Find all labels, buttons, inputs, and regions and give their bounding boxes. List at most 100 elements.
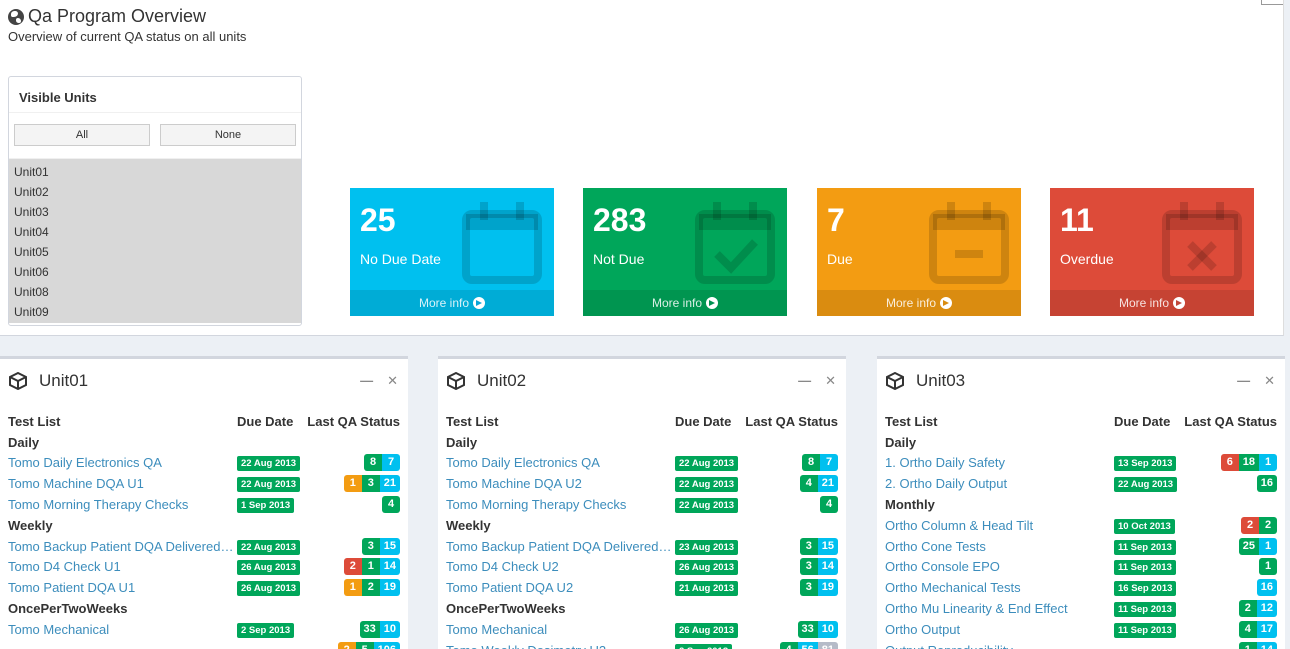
test-list-link[interactable]: Ortho Cone Tests	[885, 539, 1114, 554]
cube-icon	[447, 372, 465, 390]
status-badges[interactable]: 4 21	[799, 475, 838, 493]
group-label: Monthly	[885, 497, 935, 513]
group-header: OncePerTwoWeeks	[8, 598, 400, 619]
group-label: OncePerTwoWeeks	[446, 601, 566, 617]
units-select-list[interactable]: Unit01 Unit02 Unit03 Unit04 Unit05 Unit0…	[9, 159, 301, 323]
test-list-link[interactable]: Tomo D4 Check U2	[446, 559, 675, 574]
status-badges[interactable]: 87	[802, 454, 838, 472]
group-header: Daily	[446, 432, 838, 453]
status-badge: 2	[337, 641, 356, 649]
unit-option[interactable]: Unit03	[9, 202, 301, 222]
test-list-link[interactable]: 1. Ortho Daily Safety	[885, 455, 1114, 470]
status-badges[interactable]: 4	[820, 496, 838, 514]
status-badge: 14	[817, 558, 838, 576]
table-row: Ortho Mechanical Tests 16 Sep 2013 16	[885, 577, 1277, 598]
tile-more-info-link[interactable]: More info	[1050, 290, 1254, 316]
status-badges[interactable]: 6 18 1	[1220, 454, 1277, 472]
more-info-text: More info	[418, 296, 470, 310]
unit-option[interactable]: Unit08	[9, 282, 301, 302]
test-list-link[interactable]: Tomo Daily Electronics QA	[8, 455, 237, 470]
status-badges[interactable]: 16	[1256, 475, 1277, 493]
test-list-link[interactable]: Ortho Mechanical Tests	[885, 580, 1114, 595]
test-list-link[interactable]: Tomo Patient DQA U2	[446, 580, 675, 595]
test-list-link[interactable]: Ortho Console EPO	[885, 559, 1114, 574]
status-badges[interactable]: 22	[1241, 516, 1277, 534]
status-badges[interactable]: 16	[1256, 579, 1277, 597]
test-list-link[interactable]: Tomo Weekly Dosimetry U2	[446, 643, 675, 649]
status-badge: 3	[799, 558, 818, 576]
unit-option[interactable]: Unit09	[9, 302, 301, 322]
test-list-link[interactable]: Ortho Mu Linearity & End Effect	[885, 601, 1114, 616]
test-list-link[interactable]: Tomo D4 Check U1	[8, 559, 237, 574]
test-list-link[interactable]: Tomo Mechanical	[8, 622, 237, 637]
col-status: Last QA Status	[745, 413, 838, 429]
test-list-link[interactable]: Output Reproducibility	[885, 643, 1114, 649]
tile-count: 25	[360, 202, 396, 238]
test-list-link[interactable]: Tomo Patient DQA U1	[8, 580, 237, 595]
more-info-text: More info	[885, 296, 937, 310]
status-badge: 81	[817, 641, 838, 649]
close-icon[interactable]: ✕	[1264, 373, 1275, 389]
test-list-link[interactable]: Tomo Machine DQA U1	[8, 476, 237, 491]
close-icon[interactable]: ✕	[387, 373, 398, 389]
status-badge: 15	[379, 537, 400, 555]
status-badges[interactable]: 2 1 14	[343, 558, 400, 576]
test-list-link[interactable]: 2. Ortho Daily Output	[885, 476, 1114, 491]
status-badges[interactable]: 1 3 21	[343, 475, 400, 493]
status-badges[interactable]: 3 19	[799, 579, 838, 597]
test-list-link[interactable]: Ortho Column & Head Tilt	[885, 518, 1114, 533]
tile-not-due: 283 Not Due More info	[583, 188, 787, 316]
select-none-button[interactable]: None	[160, 124, 296, 146]
unit-option[interactable]: Unit06	[9, 262, 301, 282]
unit-option[interactable]: Unit02	[9, 182, 301, 202]
test-list-link[interactable]: Tomo Backup Patient DQA Delivered U1	[8, 539, 237, 554]
test-list-link[interactable]: Tomo Morning Therapy Checks	[8, 497, 237, 512]
test-list-link[interactable]: Ortho Output	[885, 622, 1114, 637]
unit-option[interactable]: Unit04	[9, 222, 301, 242]
status-badges[interactable]: 2 12	[1238, 600, 1277, 618]
status-badges[interactable]: 3 15	[799, 537, 838, 555]
tile-more-info-link[interactable]: More info	[817, 290, 1021, 316]
test-list-link[interactable]: Tomo Daily Electronics QA	[446, 455, 675, 470]
table-row: Tomo Machine DQA U2 22 Aug 2013 4 21	[446, 473, 838, 494]
status-badges[interactable]: 4 17	[1238, 620, 1277, 638]
calendar-blank-icon	[462, 202, 542, 284]
status-badges[interactable]: 4	[382, 496, 400, 514]
overview-header: Qa Program Overview Overview of current …	[0, 0, 1284, 336]
status-badge: 1	[1259, 558, 1277, 576]
status-badges[interactable]: 1	[1259, 558, 1277, 576]
col-due-date: Due Date	[237, 413, 294, 429]
status-badges[interactable]: 45681	[779, 641, 838, 649]
collapse-icon[interactable]: —	[1237, 373, 1250, 389]
close-icon[interactable]: ✕	[825, 373, 836, 389]
unit-option[interactable]: Unit01	[9, 162, 301, 182]
tile-due: 7 Due More info	[817, 188, 1021, 316]
unit-panel: Unit03 — ✕ Test List Due Date Last QA Status D…	[877, 356, 1285, 649]
status-badges[interactable]: 25 1	[1238, 537, 1277, 555]
status-badges[interactable]: 33 10	[359, 620, 400, 638]
test-list-link[interactable]: Tomo Machine DQA U2	[446, 476, 675, 491]
status-badge: 5	[355, 641, 374, 649]
unit-option[interactable]: Unit05	[9, 242, 301, 262]
status-badge: 4	[799, 475, 818, 493]
status-badges[interactable]: 3 15	[361, 537, 400, 555]
status-badges[interactable]: 87	[364, 454, 400, 472]
due-date-label: 21 Aug 2013	[675, 581, 739, 597]
status-badges[interactable]: 1 2 19	[343, 579, 400, 597]
status-badges[interactable]: 3 14	[799, 558, 838, 576]
test-list-link[interactable]: Tomo Backup Patient DQA Delivered U2	[446, 539, 675, 554]
panel-title: Unit01	[39, 371, 89, 390]
status-badges[interactable]: 33 10	[797, 620, 838, 638]
collapse-icon[interactable]: —	[360, 373, 373, 389]
test-list-link[interactable]: Tomo Morning Therapy Checks	[446, 497, 675, 512]
col-due-date: Due Date	[675, 413, 732, 429]
tile-more-info-link[interactable]: More info	[583, 290, 787, 316]
status-badge: 33	[797, 620, 818, 638]
select-all-button[interactable]: All	[14, 124, 150, 146]
status-badges[interactable]: 25106	[337, 641, 400, 649]
collapse-icon[interactable]: —	[798, 373, 811, 389]
status-badges[interactable]: 114	[1238, 641, 1277, 649]
test-list-link[interactable]: Tomo Mechanical	[446, 622, 675, 637]
table-row: Ortho Column & Head Tilt 10 Oct 2013 2 2	[885, 515, 1277, 536]
tile-more-info-link[interactable]: More info	[350, 290, 554, 316]
